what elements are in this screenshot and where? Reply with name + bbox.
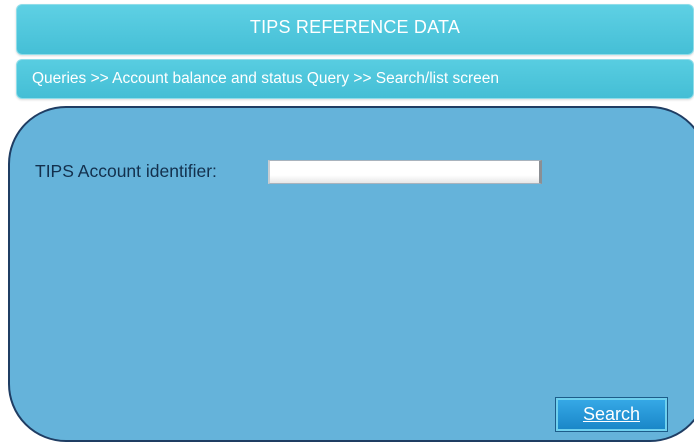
breadcrumb-text: Queries >> Account balance and status Qu…: [32, 70, 499, 87]
breadcrumb: Queries >> Account balance and status Qu…: [16, 59, 694, 99]
page-title-bar: TIPS REFERENCE DATA: [16, 4, 694, 55]
search-button[interactable]: Search: [556, 398, 667, 431]
search-button-label: Search: [582, 404, 641, 424]
account-identifier-label: TIPS Account identifier:: [35, 161, 217, 181]
page-title: TIPS REFERENCE DATA: [249, 17, 461, 37]
account-identifier-input[interactable]: [268, 160, 542, 184]
search-panel: [8, 106, 694, 442]
page: TIPS REFERENCE DATA Queries >> Account b…: [0, 0, 694, 446]
